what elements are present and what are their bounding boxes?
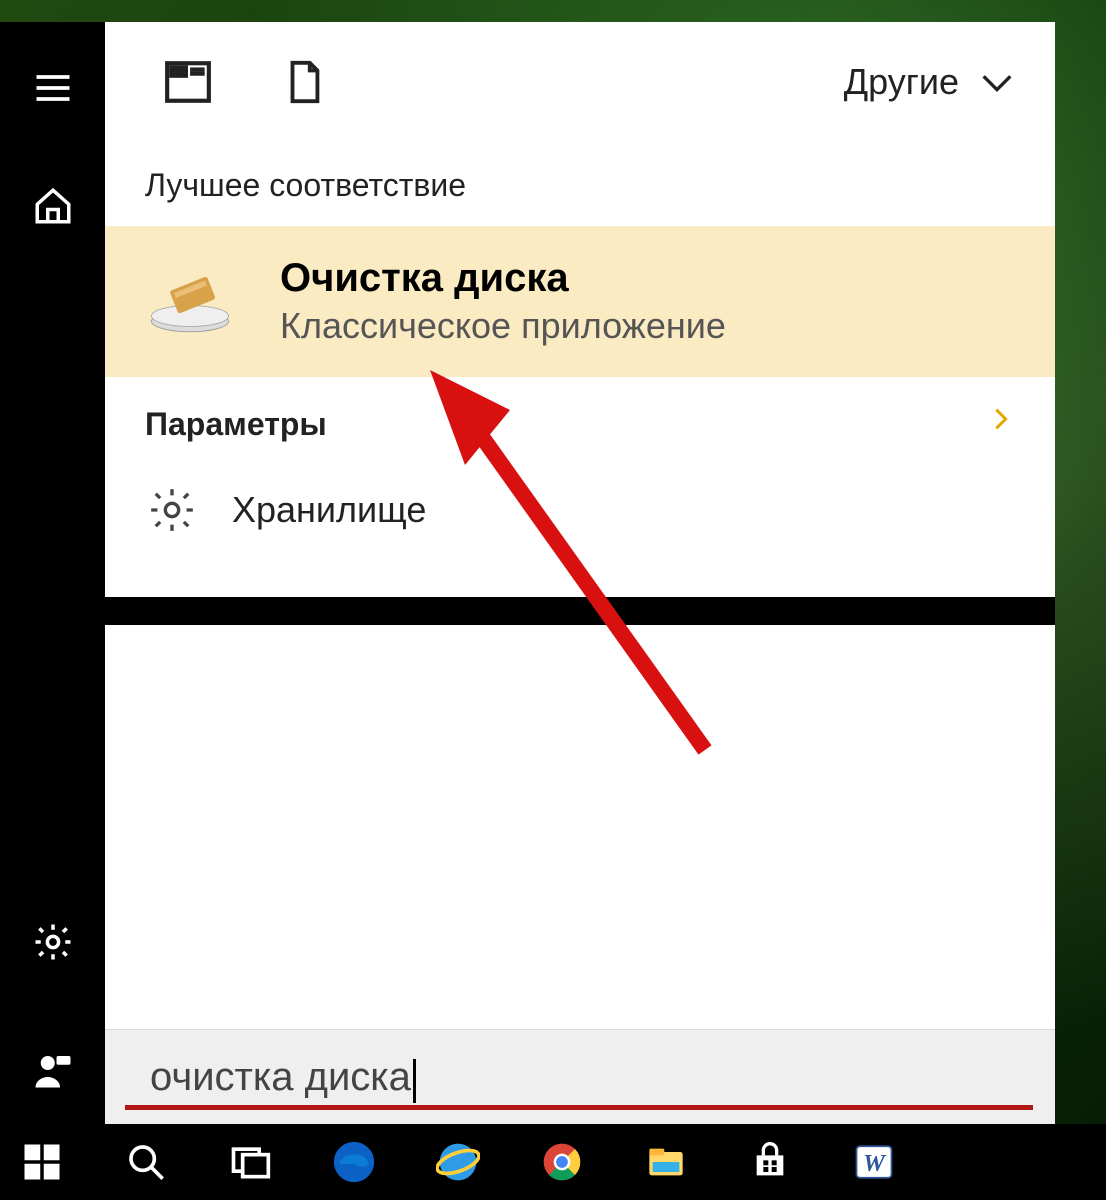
best-match-subtitle: Классическое приложение [280, 305, 726, 347]
filter-dropdown[interactable]: Другие [844, 61, 1015, 103]
start-sidebar [0, 22, 105, 1124]
user-icon[interactable] [29, 1046, 77, 1094]
search-input-box[interactable]: очистка диска [105, 1029, 1055, 1124]
taskbar-ie-icon[interactable] [428, 1132, 488, 1192]
settings-label: Параметры [145, 406, 327, 443]
best-match-text: Очистка диска Классическое приложение [280, 256, 726, 347]
gear-icon[interactable] [29, 918, 77, 966]
chevron-right-icon [987, 401, 1015, 447]
svg-text:W: W [863, 1150, 887, 1177]
settings-item-label: Хранилище [232, 489, 426, 531]
best-match-item[interactable]: Очистка диска Классическое приложение [105, 226, 1055, 377]
best-match-title: Очистка диска [280, 256, 726, 301]
settings-item-storage[interactable]: Хранилище [105, 471, 1055, 575]
taskbar: W [0, 1124, 1106, 1200]
search-input-text: очистка диска [150, 1055, 414, 1100]
gear-icon [147, 485, 197, 535]
taskbar-taskview-icon[interactable] [220, 1132, 280, 1192]
taskbar-edge-icon[interactable] [324, 1132, 384, 1192]
taskbar-explorer-icon[interactable] [636, 1132, 696, 1192]
document-icon[interactable] [276, 54, 332, 110]
search-lower-panel: очистка диска [105, 625, 1055, 1124]
taskbar-word-icon[interactable]: W [844, 1132, 904, 1192]
text-caret [413, 1059, 416, 1103]
home-icon[interactable] [29, 182, 77, 230]
settings-section[interactable]: Параметры [105, 377, 1055, 471]
apps-icon[interactable] [160, 54, 216, 110]
chevron-down-icon [977, 63, 1015, 101]
divider-strip [105, 597, 1055, 625]
best-match-label: Лучшее соответствие [105, 142, 1055, 226]
taskbar-chrome-icon[interactable] [532, 1132, 592, 1192]
taskbar-store-icon[interactable] [740, 1132, 800, 1192]
taskbar-search-icon[interactable] [116, 1132, 176, 1192]
filter-label: Другие [844, 61, 959, 103]
results-header: Другие [105, 22, 1055, 142]
drive-icon [145, 267, 235, 337]
taskbar-start-icon[interactable] [12, 1132, 72, 1192]
hamburger-icon[interactable] [29, 64, 77, 112]
annotation-underline [125, 1105, 1033, 1110]
